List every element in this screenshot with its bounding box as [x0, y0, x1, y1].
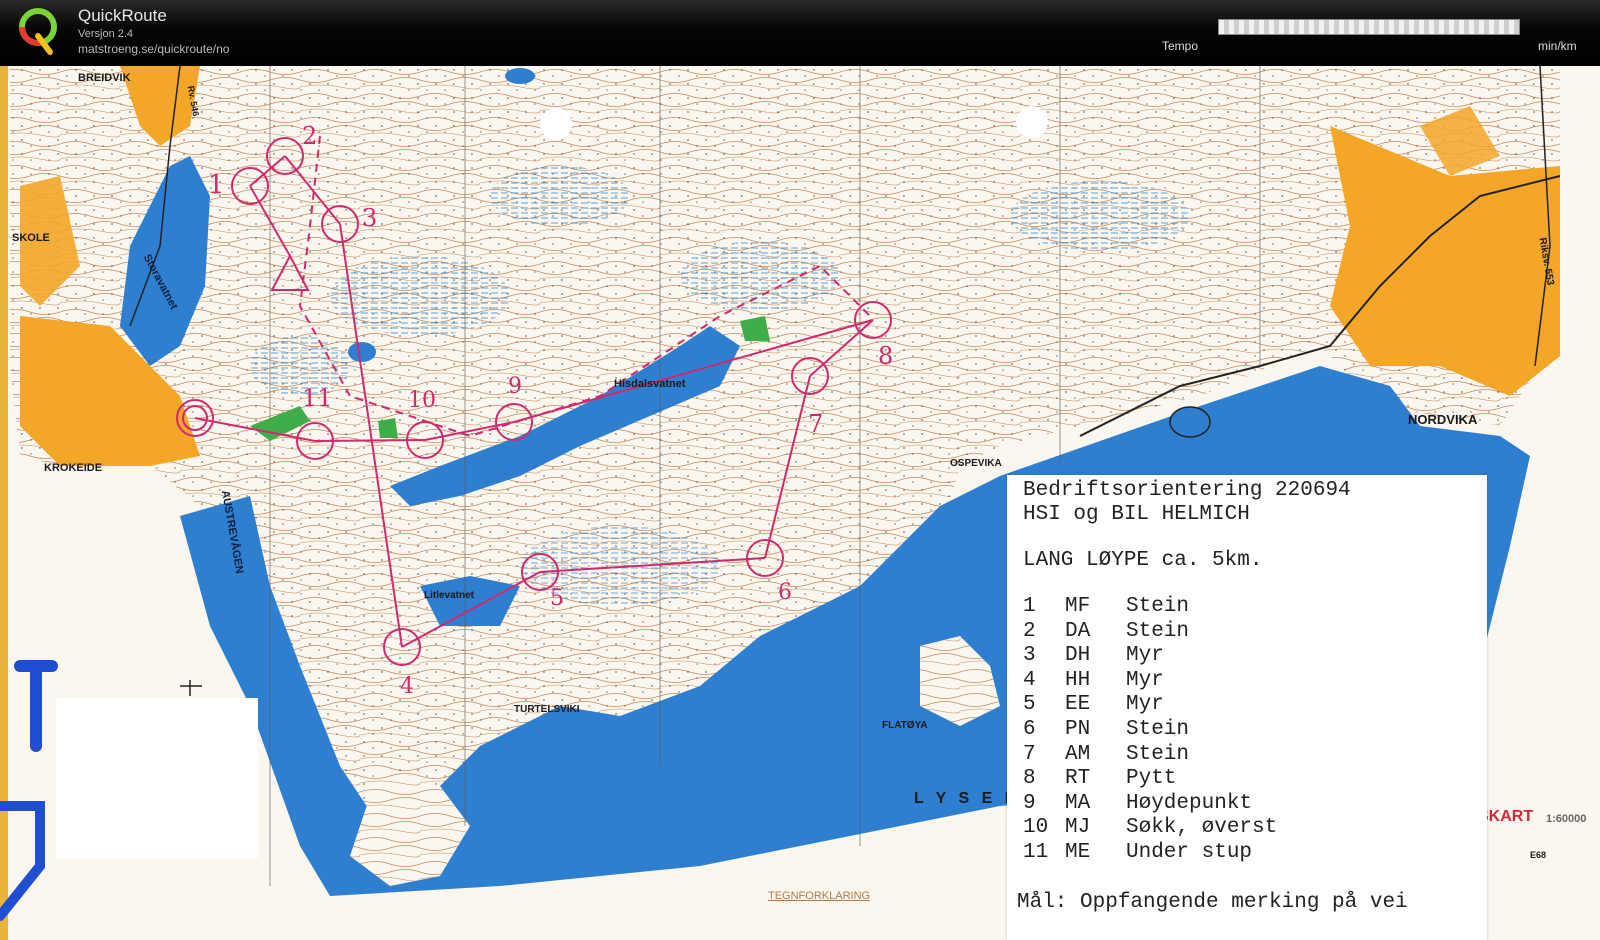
course-description-sheet: Bedriftsorientering 220694 HSI og BIL HE… [1007, 475, 1487, 940]
app-version: Versjon 2.4 [78, 28, 134, 40]
control-num: 9 [1023, 791, 1036, 815]
course-club: HSI og BIL HELMICH [1023, 503, 1250, 526]
control-desc: Myr [1126, 644, 1164, 668]
place-label-krokeide: KROKEIDE [44, 462, 103, 474]
course-number-2: 2 [302, 122, 318, 150]
control-code: EE [1065, 693, 1091, 717]
control-num: 6 [1023, 718, 1036, 741]
control-desc: Stein [1126, 619, 1190, 643]
quickroute-logo-icon [19, 8, 57, 55]
tempo-unit: min/km [1538, 39, 1577, 53]
control-desc: Søkk, øverst [1126, 816, 1278, 840]
control-desc: Stein [1126, 718, 1190, 741]
control-desc: Høydepunkt [1126, 791, 1253, 815]
control-code: MA [1065, 791, 1091, 815]
paper-patch [56, 698, 258, 858]
control-code: HH [1065, 668, 1091, 692]
control-code: MF [1065, 595, 1091, 618]
course-number-6: 6 [778, 580, 792, 605]
course-title: Bedriftsorientering 220694 [1023, 479, 1351, 502]
control-num: 1 [1023, 595, 1036, 618]
place-label-hisdalsvatnet: Hisdalsvatnet [614, 378, 686, 390]
tempo-color-scale [1218, 19, 1520, 35]
map-scale-label: 1:60000 [1546, 813, 1587, 825]
place-label-nordvika: NORDVIKA [1408, 412, 1478, 427]
control-num: 10 [1023, 816, 1049, 840]
control-num: 8 [1023, 767, 1036, 791]
control-num: 11 [1023, 841, 1049, 864]
control-num: 4 [1023, 668, 1036, 692]
course-length: LANG LØYPE ca. 5km. [1023, 549, 1263, 572]
course-number-11: 11 [302, 384, 333, 412]
control-code: PN [1065, 718, 1091, 741]
tempo-label: Tempo [1162, 39, 1199, 53]
control-desc: Pytt [1126, 767, 1177, 791]
course-number-4: 4 [400, 674, 414, 699]
course-number-1: 1 [208, 170, 225, 200]
control-code: AM [1065, 742, 1091, 766]
control-code: MJ [1065, 816, 1091, 840]
control-desc: Stein [1126, 742, 1190, 766]
course-number-5: 5 [550, 586, 564, 611]
place-label-skole: SKOLE [12, 232, 50, 244]
road-label-e68: E68 [1530, 850, 1547, 860]
course-number-3: 3 [362, 204, 378, 232]
course-number-9: 9 [508, 374, 522, 399]
control-desc: Myr [1126, 668, 1164, 692]
place-label-flatoya: FLATØYA [882, 720, 928, 731]
course-number-8: 8 [878, 342, 894, 370]
place-label-breidvik: BREIDVIK [78, 72, 131, 84]
legend-link-tegnforklaring[interactable]: TEGNFORKLARING [768, 890, 870, 902]
place-label-ospevika: OSPEVIKA [950, 458, 1002, 469]
place-label-lysefjorden: L Y S E F [914, 790, 1019, 807]
place-label-litlevatnet: Litlevatnet [424, 590, 475, 601]
app-header: QuickRoute Versjon 2.4 matstroeng.se/qui… [0, 0, 1600, 66]
course-number-7: 7 [808, 410, 824, 438]
control-num: 3 [1023, 644, 1036, 668]
control-num: 7 [1023, 742, 1036, 766]
course-number-10: 10 [408, 388, 436, 413]
control-desc: Myr [1126, 693, 1164, 717]
place-label-turtelsviki: TURTELSVIKI [514, 704, 580, 715]
app-url-link[interactable]: matstroeng.se/quickroute/no [78, 42, 229, 56]
finish-note: Mål: Oppfangende merking på vei [1017, 891, 1408, 914]
control-code: RT [1065, 767, 1091, 791]
orienteering-map[interactable]: BREIDVIK SKOLE Storavatnet KROKEIDE AUST… [0, 66, 1600, 940]
control-code: ME [1065, 841, 1091, 864]
control-desc: Under stup [1126, 841, 1253, 864]
control-code: DH [1065, 644, 1091, 668]
control-num: 2 [1023, 619, 1036, 643]
control-num: 5 [1023, 693, 1036, 717]
app-title: QuickRoute [78, 6, 167, 25]
control-code: DA [1065, 619, 1091, 643]
control-desc: Stein [1126, 595, 1190, 618]
